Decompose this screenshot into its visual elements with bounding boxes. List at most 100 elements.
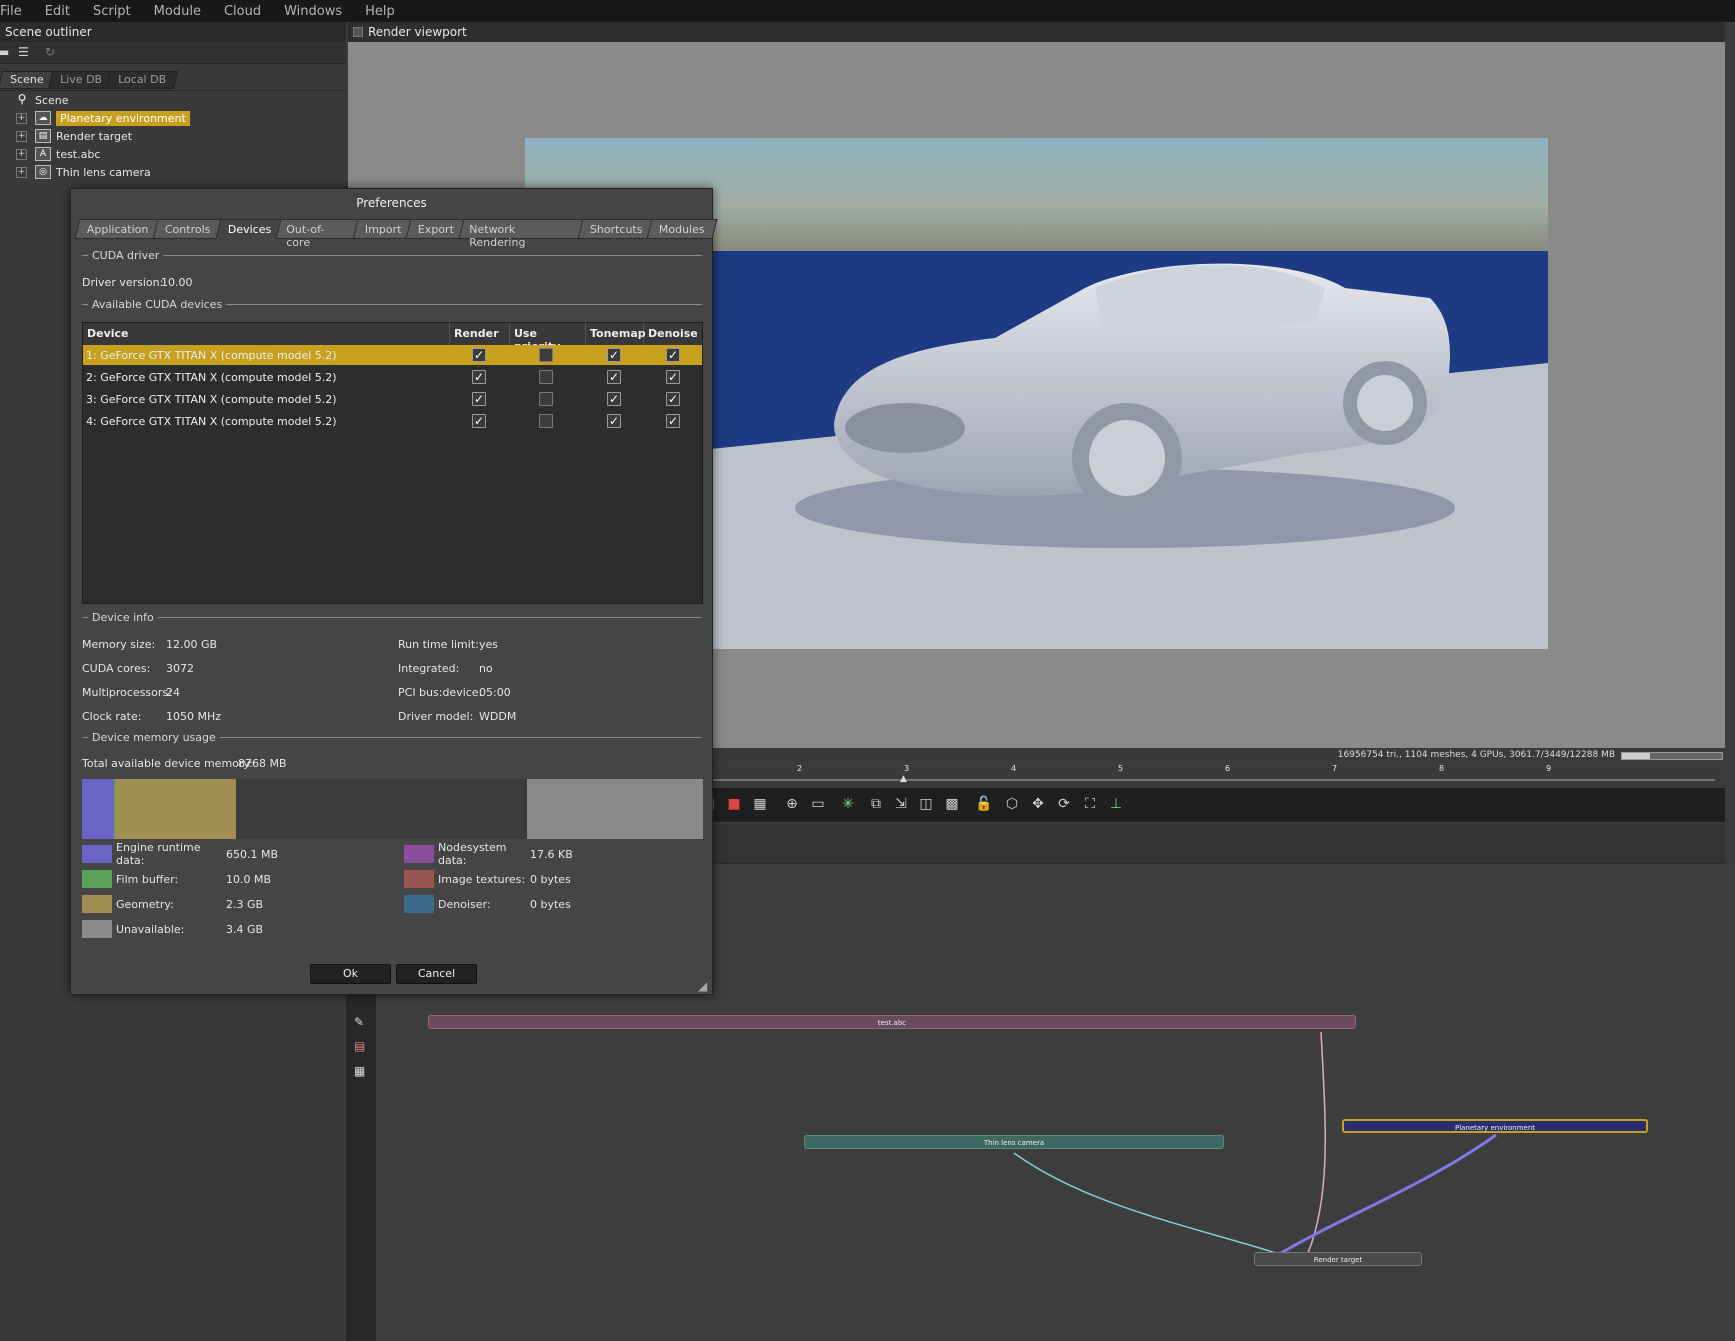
timeline-playhead-icon[interactable]: ▲ [900,774,907,784]
render-checkbox[interactable]: ✓ [472,370,486,384]
device-name: 2: GeForce GTX TITAN X (compute model 5.… [86,370,337,384]
frame-icon[interactable]: ▭ [810,796,826,812]
tick-label: 3 [904,764,910,773]
priority-checkbox[interactable] [539,348,553,362]
tree-item-render-target[interactable]: + ▤ Render target [16,127,132,145]
copy-icon[interactable]: ⧉ [868,796,884,812]
tonemap-checkbox[interactable]: ✓ [607,370,621,384]
script-icon[interactable]: ▤ [354,1039,368,1053]
stop-icon[interactable]: ■ [726,796,742,812]
denoise-checkbox[interactable]: ✓ [666,392,680,406]
menu-windows[interactable]: Windows [274,4,342,19]
refresh-icon[interactable]: ↻ [45,45,59,59]
render-checkbox[interactable]: ✓ [472,348,486,362]
node-planetary-environment[interactable]: Planetary environment [1342,1119,1648,1133]
priority-checkbox[interactable] [539,370,553,384]
render-target-icon: ▤ [35,129,51,143]
resize-grip-icon[interactable]: ◢ [698,979,707,993]
render-checkbox[interactable]: ✓ [472,392,486,406]
table-row[interactable]: 1: GeForce GTX TITAN X (compute model 5.… [83,345,702,365]
expand-icon[interactable]: + [16,112,27,124]
camera-icon: ◎ [35,165,51,179]
table-row[interactable]: 2: GeForce GTX TITAN X (compute model 5.… [83,367,702,387]
grid-icon[interactable]: ▦ [354,1064,368,1078]
table-row[interactable]: 3: GeForce GTX TITAN X (compute model 5.… [83,389,702,409]
tab-modules[interactable]: Modules [646,219,718,239]
axis-icon[interactable]: ⊥ [1108,796,1124,812]
priority-checkbox[interactable] [539,392,553,406]
node-add-icon[interactable]: ✎ [354,1015,368,1029]
tab-live-db[interactable]: Live DB [47,71,114,89]
node-test-abc[interactable]: test.abc [428,1015,1356,1029]
menu-edit[interactable]: Edit [35,4,70,19]
tick-label: 5 [1118,764,1124,773]
cube-icon[interactable]: ⬡ [1004,796,1020,812]
col-render[interactable]: Render [450,323,510,345]
menu-bar: File Edit Script Module Cloud Windows He… [0,0,1735,22]
menu-script[interactable]: Script [83,4,131,19]
export-icon[interactable]: ⇲ [893,796,909,812]
denoise-checkbox[interactable]: ✓ [666,370,680,384]
tab-scene[interactable]: Scene [0,71,56,89]
tree-root-scene[interactable]: ⚲ Scene [0,91,69,109]
col-denoise[interactable]: Denoise [644,323,702,345]
menu-help[interactable]: Help [355,4,395,19]
tab-import[interactable]: Import [352,219,414,239]
tab-application[interactable]: Application [74,219,161,239]
tonemap-checkbox[interactable]: ✓ [607,392,621,406]
viewport-title: Render viewport [348,22,1725,42]
tree-item-test-abc[interactable]: + A test.abc [16,145,100,163]
region-icon[interactable]: ▦ [752,796,768,812]
col-tonemap[interactable]: Tonemap [586,323,646,345]
list-icon[interactable]: ☰ [18,45,32,59]
tab-out-of-core[interactable]: Out-of-core [275,219,361,249]
tonemap-checkbox[interactable]: ✓ [607,414,621,428]
move-icon[interactable]: ✥ [1030,796,1046,812]
ok-button[interactable]: Ok [310,964,391,984]
free-segment [236,779,527,839]
tab-local-db[interactable]: Local DB [105,71,178,89]
menu-cloud[interactable]: Cloud [214,4,261,19]
focus-icon[interactable]: ✳ [840,796,856,812]
environment-icon: ☁ [35,111,51,125]
tab-controls[interactable]: Controls [152,219,224,239]
priority-checkbox[interactable] [539,414,553,428]
tree-item-thin-lens-camera[interactable]: + ◎ Thin lens camera [16,163,151,181]
outliner-title: Scene outliner [0,22,346,42]
col-device[interactable]: Device [83,323,450,345]
expand-icon[interactable]: + [16,130,27,142]
tab-shortcuts[interactable]: Shortcuts [577,219,655,239]
preferences-tabs: Application Controls Devices Out-of-core… [74,219,718,249]
layers-icon[interactable]: ◫ [918,796,934,812]
zoom-icon[interactable]: ⊕ [784,796,800,812]
denoise-checkbox[interactable]: ✓ [666,348,680,362]
node-thin-lens-camera[interactable]: Thin lens camera [804,1135,1224,1149]
expand-icon[interactable]: + [16,148,27,160]
fit-icon[interactable]: ⛶ [1082,796,1098,812]
expand-icon[interactable]: + [16,166,27,178]
col-use-priority[interactable]: Use priority [510,323,586,353]
render-checkbox[interactable]: ✓ [472,414,486,428]
tab-devices[interactable]: Devices [215,219,284,239]
rotate-icon[interactable]: ⟳ [1056,796,1072,812]
denoise-checkbox[interactable]: ✓ [666,414,680,428]
node-render-target[interactable]: Render target [1254,1252,1422,1266]
tab-export[interactable]: Export [405,219,467,239]
info-label: Integrated: [398,662,460,675]
viewport-checkbox[interactable] [353,27,363,37]
geometry-segment [115,779,236,839]
tab-network-rendering[interactable]: Network Rendering [458,219,586,249]
gallery-icon[interactable]: ▩ [944,796,960,812]
document-icon[interactable]: ▬ [0,45,12,59]
cancel-button[interactable]: Cancel [396,964,477,984]
lock-icon[interactable]: 🔓 [975,796,992,812]
info-value: 3072 [166,662,194,675]
menu-module[interactable]: Module [144,4,201,19]
tree-item-planetary-environment[interactable]: + ☁ Planetary environment [16,109,190,127]
tonemap-checkbox[interactable]: ✓ [607,348,621,362]
outliner-toolbar: ▬ ☰ ↻ [0,42,346,64]
table-row[interactable]: 4: GeForce GTX TITAN X (compute model 5.… [83,411,702,431]
info-label: Run time limit: [398,638,479,651]
menu-file[interactable]: File [0,4,22,19]
timeline[interactable]: 1 2 3 4 5 6 7 8 9 ▲ [640,764,1725,784]
